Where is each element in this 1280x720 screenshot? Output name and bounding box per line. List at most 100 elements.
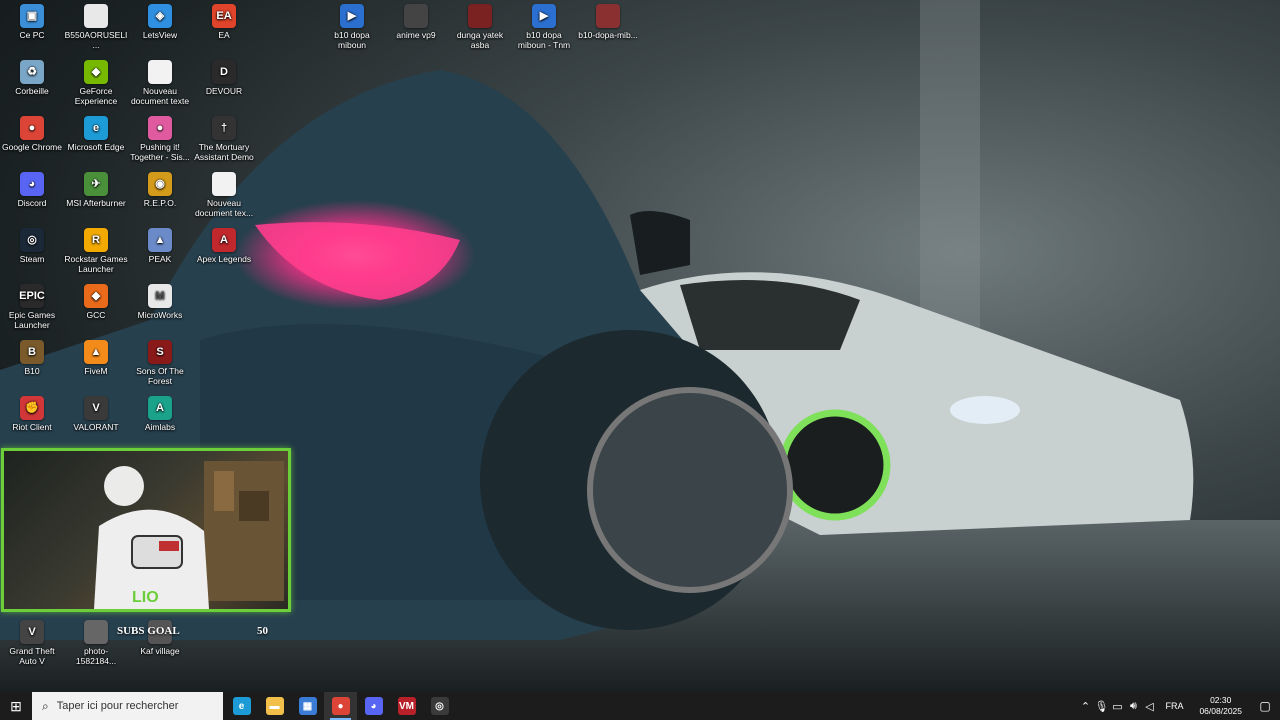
desktop-icon[interactable]: EPIC Epic Games Launcher (0, 284, 64, 330)
taskbar-app-chrome[interactable]: ● (324, 692, 357, 720)
desktop-icon-label: Steam (19, 254, 45, 264)
desktop-icon[interactable]: A Apex Legends (192, 228, 256, 264)
image-file-icon (596, 4, 620, 28)
desktop-icon-label: MSI Afterburner (66, 198, 126, 208)
desktop-icon-label: B10 (24, 366, 40, 376)
desktop-icon[interactable]: EA EA (192, 4, 256, 40)
desktop-icon[interactable]: † The Mortuary Assistant Demo (192, 116, 256, 162)
desktop-icon-label: photo-1582184... (75, 646, 117, 666)
repo-icon: ◉ (148, 172, 172, 196)
desktop-icon[interactable]: A Aimlabs (128, 396, 192, 432)
desktop-icon-label: anime vp9 (396, 30, 436, 40)
desktop-icon[interactable]: ● Pushing it! Together - Sis... (128, 116, 192, 162)
webcam-caption: LIO (132, 589, 159, 606)
taskbar-app-discord[interactable]: ◕ (357, 692, 390, 720)
epic-icon: EPIC (19, 284, 45, 308)
desktop-icon[interactable]: D DEVOUR (192, 60, 256, 96)
desktop-icon[interactable]: ▶ b10 dopa miboun - Tnm (512, 4, 576, 50)
desktop-icon-label: Corbeille (15, 86, 49, 96)
search-placeholder: Taper ici pour rechercher (56, 700, 179, 712)
desktop-icon[interactable]: ♻ Corbeille (0, 60, 64, 96)
taskbar-app-voicemeeter[interactable]: VM (390, 692, 423, 720)
game-icon: ● (148, 116, 172, 140)
letsview-icon: ◈ (148, 4, 172, 28)
desktop-icon[interactable]: e Microsoft Edge (64, 116, 128, 152)
taskbar-app-afterburner[interactable]: ◎ (423, 692, 456, 720)
taskbar-search[interactable]: ⌕ Taper ici pour rechercher (32, 692, 223, 720)
video-file-icon: ▶ (340, 4, 364, 28)
peak-icon: ▲ (148, 228, 172, 252)
search-icon: ⌕ (42, 698, 49, 713)
microphone-icon[interactable]: 🎙︎ (1093, 700, 1109, 713)
valorant-icon: V (84, 396, 108, 420)
clock-time: 02:30 (1210, 695, 1232, 705)
desktop-icon-label: VALORANT (73, 422, 119, 432)
clock[interactable]: 02:30 06/08/2025 (1191, 695, 1250, 717)
desktop-icon[interactable]: M MicroWorks (128, 284, 192, 320)
video-file-icon: ▶ (532, 4, 556, 28)
taskbar-app-edge[interactable]: e (225, 692, 258, 720)
desktop-icon[interactable]: Nouveau document tex... (192, 172, 256, 218)
start-button[interactable]: ⊞ (0, 692, 32, 720)
desktop-icon[interactable]: ▶ b10 dopa miboun (320, 4, 384, 50)
desktop-icon[interactable]: ✈ MSI Afterburner (64, 172, 128, 208)
microworks-icon: M (148, 284, 172, 308)
notification-icon[interactable]: ▢ (1250, 699, 1280, 713)
afterburner-icon: ◎ (430, 697, 449, 715)
subs-goal-count: 50 (257, 625, 268, 637)
document-icon (84, 4, 108, 28)
chevron-up-icon[interactable]: ⌃ (1077, 700, 1093, 713)
desktop-icon-label: Kaf village (140, 646, 180, 656)
desktop-icon[interactable]: ◆ GCC (64, 284, 128, 320)
desktop-icon[interactable]: ◈ LetsView (128, 4, 192, 40)
taskbar-app-store[interactable]: ▦ (291, 692, 324, 720)
desktop-icon[interactable]: V VALORANT (64, 396, 128, 432)
network-icon[interactable]: ▭ (1109, 700, 1125, 713)
system-tray: ⌃ 🎙︎ ▭ 🔊︎ ◁ FRA 02:30 06/08/2025 ▢ (1077, 692, 1280, 720)
fivem-icon: ▲ (84, 340, 108, 364)
volume-secondary-icon[interactable]: ◁ (1141, 700, 1157, 713)
sotf-icon: S (148, 340, 172, 364)
desktop-icon-label: EA (218, 30, 230, 40)
chrome-icon: ● (331, 697, 350, 715)
desktop-icon[interactable]: ▲ PEAK (128, 228, 192, 264)
desktop-icon-label: Nouveau document texte (130, 86, 190, 106)
desktop-icon[interactable]: B B10 (0, 340, 64, 376)
desktop-icon[interactable]: Nouveau document texte (128, 60, 192, 106)
desktop-icon-label: DEVOUR (205, 86, 243, 96)
language-indicator[interactable]: FRA (1157, 701, 1191, 711)
desktop-icon[interactable]: ◕ Discord (0, 172, 64, 208)
aimlabs-icon: A (148, 396, 172, 420)
desktop-icon-label: b10 dopa miboun (334, 30, 370, 50)
desktop-icon[interactable]: ▲ FiveM (64, 340, 128, 376)
taskbar-app-explorer[interactable]: ▬ (258, 692, 291, 720)
desktop-icon[interactable]: ◎ Steam (0, 228, 64, 264)
desktop-icon[interactable]: ● Google Chrome (0, 116, 64, 152)
desktop-icon-label: MicroWorks (137, 310, 183, 320)
desktop-icon[interactable]: dunga yatek asba (448, 4, 512, 50)
desktop-icon-label: Nouveau document tex... (194, 198, 254, 218)
desktop-icon[interactable]: ✊ Riot Client (0, 396, 64, 432)
edge-icon: e (84, 116, 108, 140)
taskbar-pinned-apps: e ▬ ▦ ● ◕ VM ◎ (225, 692, 456, 720)
desktop-icon[interactable]: B550AORUSELI... (64, 4, 128, 50)
desktop-icon[interactable]: R Rockstar Games Launcher (64, 228, 128, 274)
desktop-icon[interactable]: ▣ Ce PC (0, 4, 64, 40)
voicemeeter-icon: VM (397, 697, 416, 715)
volume-icon[interactable]: 🔊︎ (1125, 700, 1141, 713)
desktop-icon[interactable]: anime vp9 (384, 4, 448, 40)
desktop-icon-label: The Mortuary Assistant Demo (194, 142, 254, 162)
desktop-icon[interactable]: V Grand Theft Auto V (0, 620, 64, 666)
desktop-icon-label: Riot Client (12, 422, 52, 432)
gcc-icon: ◆ (84, 284, 108, 308)
desktop-icon[interactable]: ◉ R.E.P.O. (128, 172, 192, 208)
discord-icon: ◕ (364, 697, 383, 715)
riot-icon: ✊ (20, 396, 44, 420)
desktop-icon-label: Epic Games Launcher (8, 310, 56, 330)
desktop-icon[interactable]: S Sons Of The Forest (128, 340, 192, 386)
apex-icon: A (212, 228, 236, 252)
desktop-icon-label: dunga yatek asba (456, 30, 504, 50)
desktop-icon[interactable]: b10-dopa-mib... (576, 4, 640, 40)
desktop-icon[interactable]: ◆ GeForce Experience (64, 60, 128, 106)
windows-icon: ⊞ (10, 697, 22, 714)
